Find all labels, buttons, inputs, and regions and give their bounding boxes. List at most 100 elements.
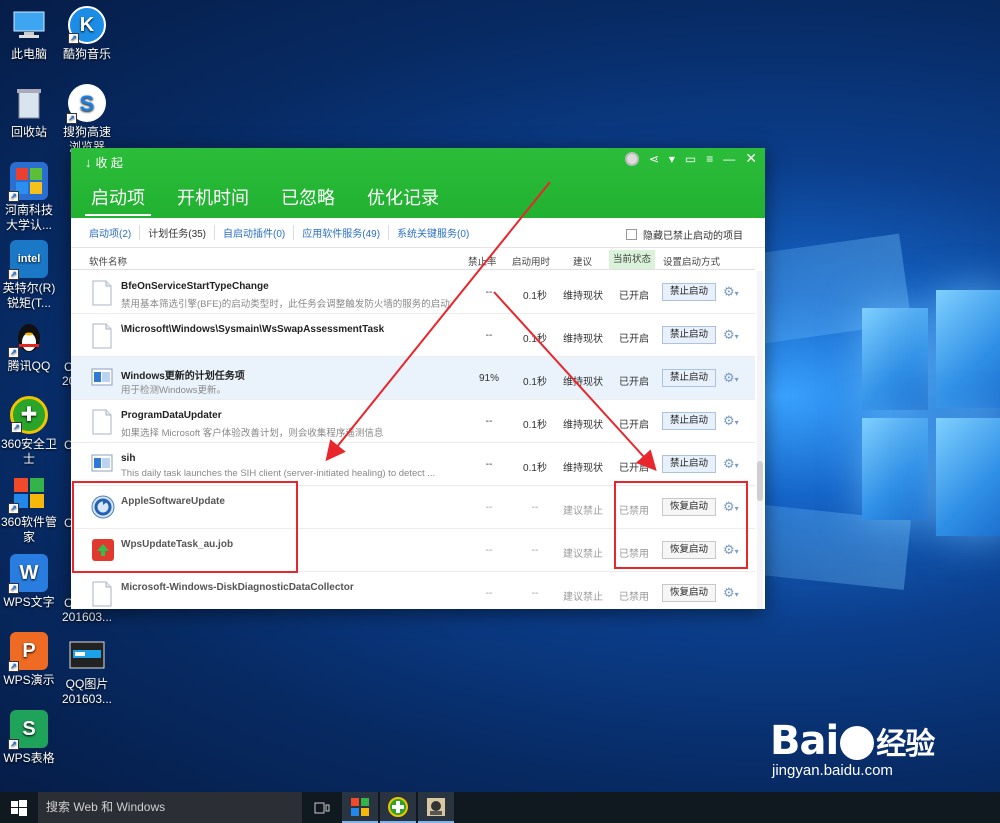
- subtab-scheduled-tasks[interactable]: 计划任务(35): [146, 225, 216, 240]
- window-header: ↓ 收 起 ⋖ ▾ ▭ ≡ — ✕ 启动项 开机时间 已忽略 优化记录: [71, 148, 765, 218]
- medal-icon[interactable]: [624, 151, 639, 166]
- row-disable-rate: --: [485, 545, 493, 556]
- desktop-icon-wps-presentation[interactable]: P ↗ WPS演示: [0, 632, 58, 688]
- taskbar-app-360-software[interactable]: [342, 792, 378, 823]
- col-software-name[interactable]: 软件名称: [89, 254, 127, 268]
- gear-icon[interactable]: ⚙▾: [723, 284, 739, 300]
- scrollbar-thumb[interactable]: [757, 461, 763, 501]
- gear-icon[interactable]: ⚙▾: [723, 327, 739, 343]
- subtab-system-services[interactable]: 系统关键服务(0): [395, 225, 477, 240]
- disable-startup-button[interactable]: 禁止启动: [662, 326, 716, 344]
- 360-apps-icon: ↗: [8, 474, 48, 514]
- skin-icon[interactable]: ▾: [669, 152, 675, 166]
- col-boot-time[interactable]: 启动用时: [512, 254, 550, 268]
- chevron-down-icon: ▾: [734, 289, 739, 298]
- taskbar-app-360-security[interactable]: [380, 792, 416, 823]
- wps-writer-icon: W ↗: [8, 554, 48, 594]
- restore-startup-button[interactable]: 恢复启动: [662, 584, 716, 602]
- partial-desktop-label: 201603...: [62, 610, 113, 624]
- desktop-icon-kugou[interactable]: K ↗ 酷狗音乐: [58, 6, 116, 62]
- tab-ignored[interactable]: 已忽略: [275, 184, 341, 216]
- hide-disabled-checkbox[interactable]: [626, 229, 637, 240]
- desktop-icon-recycle-bin[interactable]: 回收站: [0, 84, 58, 140]
- close-icon[interactable]: ✕: [745, 150, 757, 167]
- document-icon: [91, 409, 113, 435]
- row-advice: 建议禁止: [563, 592, 603, 603]
- col-disable-rate[interactable]: 禁止率: [468, 254, 497, 268]
- desktop-icon-henan-university[interactable]: ↗ 河南科技大学认...: [0, 162, 58, 233]
- row-description: 如果选择 Microsoft 客户体验改善计划，则会收集程序遥测信息: [121, 428, 384, 439]
- document-icon: [91, 581, 113, 607]
- tab-boot-time[interactable]: 开机时间: [171, 184, 255, 216]
- share-icon[interactable]: ⋖: [649, 152, 659, 166]
- chevron-down-icon: ▾: [734, 461, 739, 470]
- col-current-state[interactable]: 当前状态: [609, 250, 656, 269]
- col-advice[interactable]: 建议: [573, 254, 592, 268]
- table-row[interactable]: BfeOnServiceStartTypeChange 禁用基本筛选引擎(BFE)…: [71, 271, 755, 314]
- document-icon: [91, 323, 113, 349]
- row-state: 已开启: [619, 463, 649, 474]
- sub-tabs: 启动项(2) 计划任务(35) 自启动插件(0) 应用软件服务(49) 系统关键…: [71, 218, 765, 248]
- desktop-icon-wps-writer[interactable]: W ↗ WPS文字: [0, 554, 58, 610]
- tab-optimize-history[interactable]: 优化记录: [361, 184, 445, 216]
- row-boot-time: --: [531, 545, 539, 556]
- table-row[interactable]: Windows更新的计划任务项 用于检测Windows更新。 91% 0.1秒 维持现状…: [71, 357, 755, 400]
- desktop-icon-qq[interactable]: ↗ 腾讯QQ: [0, 318, 58, 374]
- row-advice: 维持现状: [563, 377, 603, 388]
- row-advice: 维持现状: [563, 334, 603, 345]
- feedback-icon[interactable]: ▭: [685, 152, 696, 166]
- row-name: sih: [121, 453, 136, 464]
- table-row[interactable]: \Microsoft\Windows\Sysmain\WsSwapAssessm…: [71, 314, 755, 357]
- desktop-icon-qq-image[interactable]: QQ图片 201603...: [58, 636, 116, 707]
- row-boot-time: 0.1秒: [523, 420, 547, 431]
- subtab-plugins[interactable]: 自启动插件(0): [221, 225, 295, 240]
- gear-icon[interactable]: ⚙▾: [723, 456, 739, 472]
- menu-icon[interactable]: ≡: [706, 152, 713, 166]
- desktop-icon-wps-spreadsheet[interactable]: S ↗ WPS表格: [0, 710, 58, 766]
- row-disable-rate: --: [485, 459, 493, 470]
- pc-icon: [10, 6, 48, 44]
- desktop-icon-360-software[interactable]: ↗ 360软件管家: [0, 474, 58, 545]
- row-name: BfeOnServiceStartTypeChange: [121, 281, 269, 292]
- taskbar-search-box[interactable]: 搜索 Web 和 Windows: [38, 792, 302, 823]
- desktop-icon-this-pc[interactable]: 此电脑: [0, 6, 58, 62]
- task-view-button[interactable]: [304, 792, 340, 823]
- chevron-down-icon: ▾: [734, 375, 739, 384]
- collapse-button[interactable]: ↓ 收 起: [85, 154, 123, 171]
- gear-icon[interactable]: ⚙▾: [723, 370, 739, 386]
- row-name: \Microsoft\Windows\Sysmain\WsSwapAssessm…: [121, 324, 385, 335]
- window-task-icon: [91, 452, 113, 478]
- disable-startup-button[interactable]: 禁止启动: [662, 455, 716, 473]
- disable-startup-button[interactable]: 禁止启动: [662, 412, 716, 430]
- gear-icon[interactable]: ⚙▾: [723, 585, 739, 601]
- table-row[interactable]: sih This daily task launches the SIH clie…: [71, 443, 755, 486]
- annotation-box-states: [614, 481, 748, 569]
- annotation-box-names: [72, 481, 298, 573]
- disable-startup-button[interactable]: 禁止启动: [662, 283, 716, 301]
- gear-icon[interactable]: ⚙▾: [723, 413, 739, 429]
- wps-presentation-icon: P ↗: [8, 632, 48, 672]
- kugou-icon: K ↗: [68, 6, 106, 44]
- desktop-icon-sogou-browser[interactable]: S ↗ 搜狗高速浏览器: [58, 84, 116, 155]
- desktop-icon-360-security[interactable]: ✚ ↗ 360安全卫士: [0, 396, 58, 467]
- row-advice: 维持现状: [563, 420, 603, 431]
- row-state: 已开启: [619, 334, 649, 345]
- minimize-icon[interactable]: —: [723, 152, 735, 166]
- row-advice: 维持现状: [563, 463, 603, 474]
- taskbar-app-game[interactable]: [418, 792, 454, 823]
- desktop-icon-intel[interactable]: intel ↗ 英特尔(R) 锐矩(T...: [0, 240, 58, 311]
- row-disable-rate: --: [485, 416, 493, 427]
- chevron-down-icon: ▾: [734, 590, 739, 599]
- start-button[interactable]: [0, 792, 38, 823]
- tab-startup-items[interactable]: 启动项: [85, 184, 151, 216]
- scrollbar[interactable]: [757, 271, 763, 609]
- subtab-startup[interactable]: 启动项(2): [87, 225, 141, 240]
- subtab-app-services[interactable]: 应用软件服务(49): [300, 225, 390, 240]
- row-name: Windows更新的计划任务项: [121, 371, 245, 382]
- table-row[interactable]: ProgramDataUpdater 如果选择 Microsoft 客户体验改善计…: [71, 400, 755, 443]
- wps-spreadsheet-icon: S ↗: [8, 710, 48, 750]
- disable-startup-button[interactable]: 禁止启动: [662, 369, 716, 387]
- window-task-icon: [91, 366, 113, 392]
- hide-disabled-toggle[interactable]: 隐藏已禁止启动的项目: [626, 227, 743, 242]
- table-row[interactable]: Microsoft-Windows-DiskDiagnosticDataColl…: [71, 572, 755, 609]
